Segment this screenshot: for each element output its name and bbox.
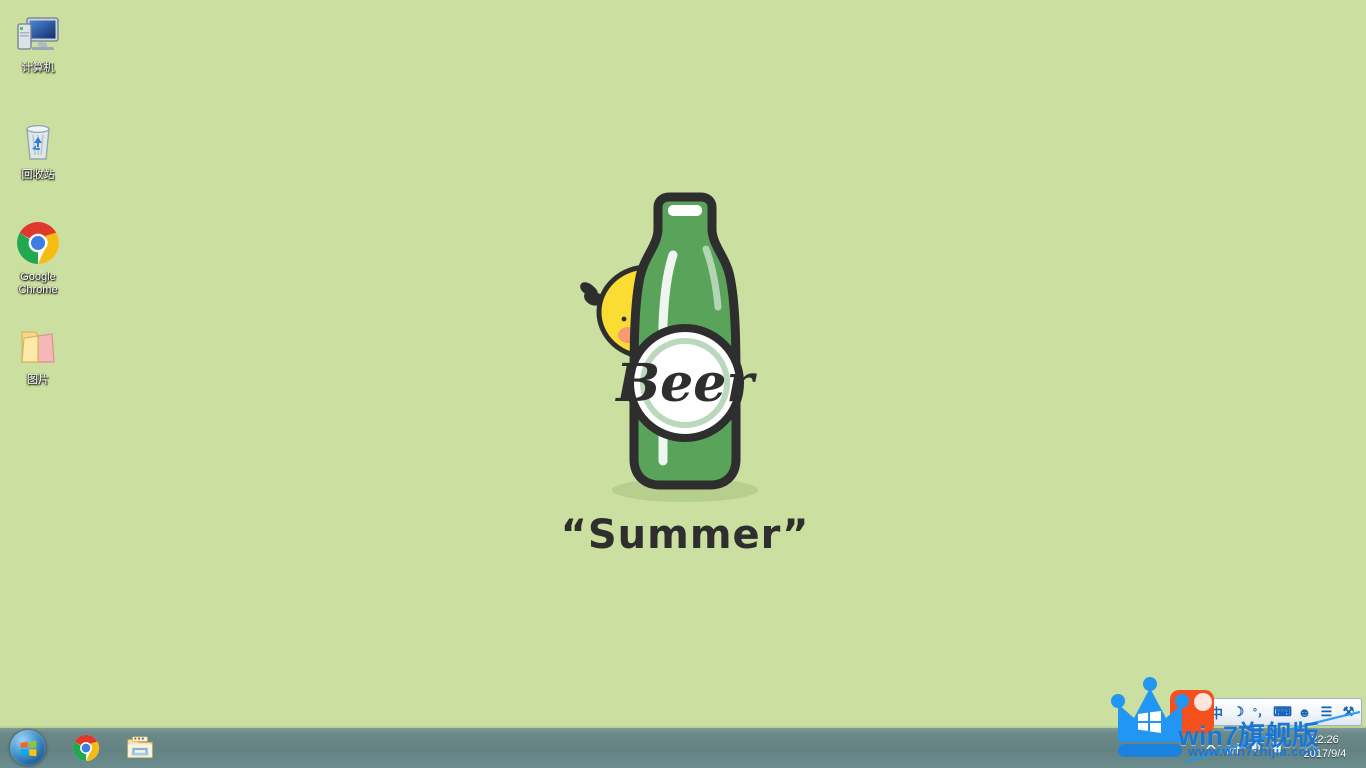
network-signal-icon[interactable]	[1222, 736, 1244, 758]
half-full-width-moon-icon[interactable]: ☽	[1229, 702, 1248, 722]
taskbar-item-google-chrome[interactable]	[69, 731, 103, 765]
volume-speaker-icon[interactable]	[1244, 736, 1266, 758]
user-profile-icon[interactable]: ☻	[1295, 702, 1314, 722]
svg-text:Beer: Beer	[614, 353, 757, 414]
taskbar-quicklaunch	[69, 731, 157, 765]
system-tray: 22:26 2017/9/4	[1200, 726, 1366, 768]
language-bar-drag-handle[interactable]	[1197, 703, 1202, 721]
desktop-icon-google-chrome[interactable]: Google Chrome	[2, 219, 74, 297]
clock-time: 22:26	[1311, 734, 1339, 746]
recycle-bin-icon	[14, 117, 62, 165]
desktop-icon-label: 回收站	[21, 169, 55, 181]
desktop-icon-label: 计算机	[21, 62, 55, 74]
start-button[interactable]	[1, 728, 55, 768]
punctuation-mode-icon[interactable]: °，	[1251, 702, 1270, 722]
taskbar-item-windows-explorer[interactable]	[123, 731, 157, 765]
wallpaper-beer-bottle-illustration: Beer	[540, 185, 830, 575]
desktop-icon-computer[interactable]: 计算机	[2, 10, 74, 75]
desktop-icon-pictures[interactable]: 图片	[2, 322, 74, 387]
taskbar-clock[interactable]: 22:26 2017/9/4	[1288, 733, 1362, 761]
desktop-icon-label: 图片	[27, 374, 49, 386]
google-chrome-icon	[14, 219, 62, 267]
computer-icon	[14, 10, 62, 58]
input-method-chinese-icon[interactable]: 中	[1207, 702, 1226, 722]
ime-settings-wrench-icon[interactable]: ⚒	[1339, 702, 1358, 722]
beer-bottle: Beer	[614, 192, 757, 490]
wallpaper-caption: “Summer”	[560, 512, 810, 558]
lemon-character	[580, 264, 700, 360]
start-orb-icon	[10, 730, 46, 766]
action-center-flag-icon[interactable]	[1266, 736, 1288, 758]
desktop-icon-layer: 计算机 回收站 Google Chrome 图片	[0, 0, 110, 726]
soft-keyboard-icon[interactable]: ⌨	[1273, 702, 1292, 722]
clock-date: 2017/9/4	[1303, 748, 1347, 760]
language-bar[interactable]: 中 ☽ °， ⌨ ☻ ☰ ⚒	[1193, 698, 1362, 726]
desktop[interactable]: Beer “Summer” 计算机 回收站 Google Chrome 图片 中…	[0, 0, 1366, 768]
show-hidden-icons-arrow-icon[interactable]	[1200, 736, 1222, 758]
desktop-icon-label: Google Chrome	[18, 271, 58, 296]
pictures-folder-icon	[14, 322, 62, 370]
desktop-icon-recycle-bin[interactable]: 回收站	[2, 117, 74, 182]
ime-menu-icon[interactable]: ☰	[1317, 702, 1336, 722]
taskbar[interactable]: 22:26 2017/9/4	[0, 726, 1366, 768]
